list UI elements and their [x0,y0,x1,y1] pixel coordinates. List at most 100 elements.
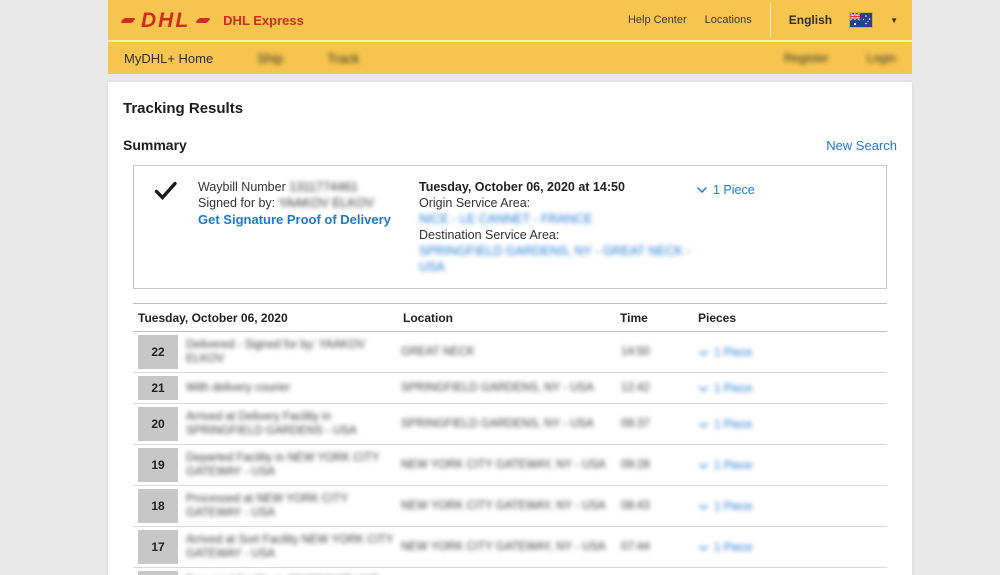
shipment-summary-box: Waybill Number 1311774461 Signed for by:… [133,165,887,289]
header-location: Location [403,311,620,325]
signed-by-value: YAAKOV ELKOV [278,196,374,210]
chevron-down-icon [699,386,708,392]
origin-label: Origin Service Area: [419,195,697,211]
dhl-logo-text: DHL [141,10,190,31]
checkpoint-time: 12:42 [621,382,699,394]
checkpoint-description: Delivered - Signed for by: YAAKOV ELKOV [186,338,398,366]
checkpoint-number: 18 [138,489,178,523]
checkpoint-number: 19 [138,448,178,482]
checkpoint-number: 16 [138,571,178,575]
dhl-logo[interactable]: DHL [122,10,209,31]
row-pieces-label: 1 Piece [714,419,752,431]
waybill-info: Waybill Number 1311774461 Signed for by:… [198,179,419,275]
waybill-number-value: 1311774461 [289,180,358,194]
table-row: 20 Arrived at Delivery Facility in SPRIN… [133,404,887,445]
row-pieces-label: 1 Piece [714,501,752,513]
checkpoint-time: 07:44 [621,541,699,553]
chevron-down-icon [699,350,708,356]
table-row-body: Departed Facility in CINCINNATI HUB - US… [178,568,887,575]
waybill-label: Waybill Number [198,180,286,194]
help-center-link[interactable]: Help Center [628,14,687,26]
table-row: 16 Departed Facility in CINCINNATI HUB -… [133,568,887,575]
checkpoint-location: NEW YORK CITY GATEWAY, NY - USA [401,458,621,472]
australia-flag-icon[interactable] [850,13,872,27]
row-pieces-toggle[interactable]: 1 Piece [699,383,752,395]
checkpoint-location: SPRINGFIELD GARDENS, NY - USA [401,381,621,395]
checkpoint-description: Arrived at Sort Facility NEW YORK CITY G… [186,533,398,561]
register-link[interactable]: Register [784,51,829,65]
auth-nav: Register Login [784,51,896,65]
summary-pieces: 1 Piece [697,179,874,275]
chevron-down-icon [699,422,708,428]
delivered-checkmark-icon [146,179,198,275]
checkpoint-number: 22 [138,335,178,369]
row-pieces-toggle[interactable]: 1 Piece [699,419,752,431]
checkpoint-description: Processed at NEW YORK CITY GATEWAY - USA [186,492,398,520]
checkpoint-description: With delivery courier [186,381,398,395]
login-button[interactable]: Login [867,51,896,65]
header-pieces: Pieces [698,311,887,325]
checkpoint-time: 09:37 [621,418,699,430]
signature-proof-link[interactable]: Get Signature Proof of Delivery [198,212,391,228]
row-pieces-toggle[interactable]: 1 Piece [699,347,752,359]
checkpoint-pieces: 1 Piece [699,456,887,474]
tracking-table: Tuesday, October 06, 2020 Location Time … [133,303,887,575]
signed-by-label: Signed for by: [198,196,275,210]
checkpoint-location: SPRINGFIELD GARDENS, NY - USA [401,417,621,431]
top-utility-nav: Help Center Locations English [628,3,898,37]
locations-link[interactable]: Locations [705,14,752,26]
table-row-body: Arrived at Delivery Facility in SPRINGFI… [178,404,887,444]
table-row: 19 Departed Facility in NEW YORK CITY GA… [133,445,887,486]
chevron-down-icon [697,187,707,193]
row-pieces-toggle[interactable]: 1 Piece [699,460,752,472]
checkpoint-number: 20 [138,407,178,441]
language-dropdown-caret-icon[interactable]: ▼ [890,16,898,25]
summary-header-row: Summary New Search [123,137,897,153]
tracking-table-header: Tuesday, October 06, 2020 Location Time … [133,303,887,332]
dhl-logo-dash-left [120,18,136,23]
checkpoint-time: 14:50 [621,346,699,358]
table-row: 18 Processed at NEW YORK CITY GATEWAY - … [133,486,887,527]
nav-mydhl-home[interactable]: MyDHL+ Home [124,51,213,66]
summary-pieces-label: 1 Piece [713,182,755,198]
nav-track[interactable]: Track [327,51,359,66]
table-row-body: Processed at NEW YORK CITY GATEWAY - USA… [178,486,887,526]
summary-title: Summary [123,137,187,153]
table-row: 17 Arrived at Sort Facility NEW YORK CIT… [133,527,887,568]
delivery-datetime: Tuesday, October 06, 2020 at 14:50 [419,179,697,195]
table-row-body: Departed Facility in NEW YORK CITY GATEW… [178,445,887,485]
route-info: Tuesday, October 06, 2020 at 14:50 Origi… [419,179,697,275]
nav-ship[interactable]: Ship [257,51,283,66]
origin-value-link[interactable]: NICE - LE CANNET - FRANCE [419,211,697,227]
page-column: DHL DHL Express Help Center Locations En… [108,0,912,575]
app-name: DHL Express [223,13,304,28]
checkpoint-time: 09:28 [621,459,699,471]
destination-value-link[interactable]: SPRINGFIELD GARDENS, NY - GREAT NECK - U… [419,243,697,275]
checkpoint-pieces: 1 Piece [699,343,887,361]
content-card: Tracking Results Summary New Search Wayb… [108,82,912,575]
language-selector-label[interactable]: English [789,13,832,27]
table-row: 21 With delivery courier SPRINGFIELD GAR… [133,373,887,404]
table-row-body: Delivered - Signed for by: YAAKOV ELKOV … [178,332,887,372]
new-search-link[interactable]: New Search [826,138,897,153]
dhl-logo-dash-right [195,18,211,23]
table-row-body: With delivery courier SPRINGFIELD GARDEN… [178,373,887,403]
row-pieces-toggle[interactable]: 1 Piece [699,501,752,513]
table-row-body: Arrived at Sort Facility NEW YORK CITY G… [178,527,887,567]
chevron-down-icon [699,504,708,510]
checkpoint-number: 17 [138,530,178,564]
summary-pieces-toggle[interactable]: 1 Piece [697,182,755,198]
header-time: Time [620,311,698,325]
checkpoint-pieces: 1 Piece [699,497,887,515]
top-header-bar: DHL DHL Express Help Center Locations En… [108,0,912,40]
checkpoint-number: 21 [138,376,178,400]
checkpoint-time: 08:43 [621,500,699,512]
row-pieces-label: 1 Piece [714,383,752,395]
checkpoint-location: GREAT NECK [401,345,621,359]
row-pieces-toggle[interactable]: 1 Piece [699,542,752,554]
destination-label: Destination Service Area: [419,227,697,243]
checkpoint-pieces: 1 Piece [699,538,887,556]
page-title: Tracking Results [123,100,897,117]
chevron-down-icon [699,463,708,469]
row-pieces-label: 1 Piece [714,347,752,359]
